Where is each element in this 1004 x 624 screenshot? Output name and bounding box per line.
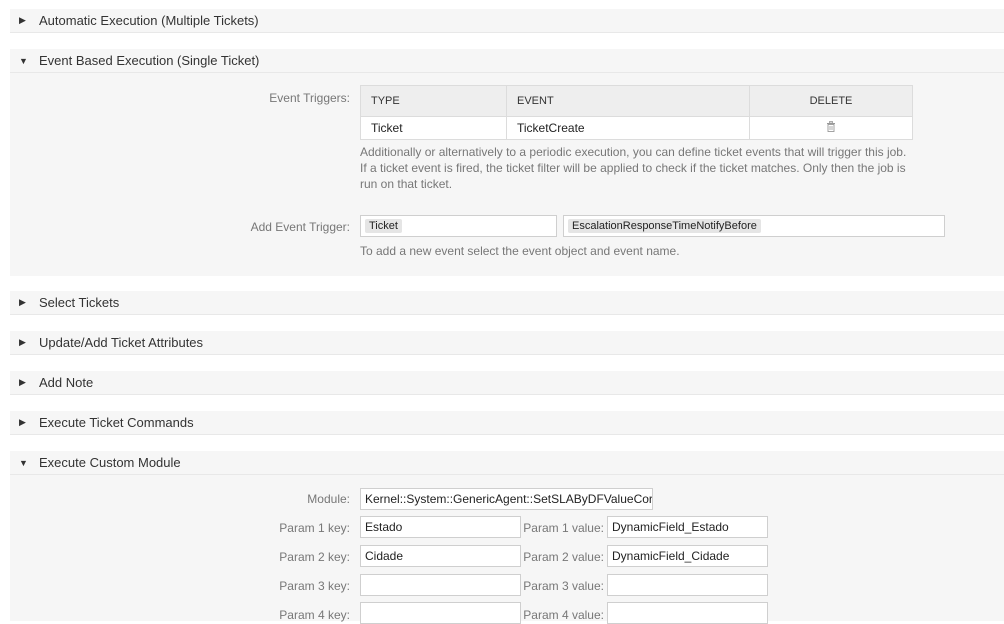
module-input[interactable]: Kernel::System::GenericAgent::SetSLAByDF… — [360, 488, 653, 510]
event-triggers-label: Event Triggers: — [269, 91, 350, 105]
event-triggers-help: Additionally or alternatively to a perio… — [360, 145, 907, 191]
caret-right-icon: ▶ — [19, 337, 26, 347]
add-event-trigger-label: Add Event Trigger: — [250, 220, 350, 234]
col-event: EVENT — [506, 85, 750, 117]
col-delete: DELETE — [749, 85, 913, 117]
param3-value-input[interactable] — [607, 574, 768, 596]
trash-icon[interactable] — [826, 121, 836, 135]
add-event-help: To add a new event select the event obje… — [360, 244, 680, 258]
caret-down-icon: ▼ — [19, 457, 28, 468]
section-event-based-execution[interactable]: ▼ Event Based Execution (Single Ticket) — [10, 49, 1004, 73]
section-title: Select Tickets — [39, 295, 120, 310]
selected-event: EscalationResponseTimeNotifyBefore — [568, 219, 761, 233]
event-based-body: Event Triggers: TYPE EVENT DELETE Ticket… — [10, 73, 1004, 276]
section-title: Event Based Execution (Single Ticket) — [39, 53, 260, 68]
param1-key-label: Param 1 key: — [279, 521, 350, 535]
section-title: Add Note — [39, 375, 94, 390]
param2-key-label: Param 2 key: — [279, 550, 350, 564]
section-automatic-execution[interactable]: ▶ Automatic Execution (Multiple Tickets) — [10, 9, 1004, 33]
module-label: Module: — [307, 492, 350, 506]
param3-value-label: Param 3 value: — [523, 579, 604, 593]
param4-value-label: Param 4 value: — [523, 608, 604, 622]
section-title: Update/Add Ticket Attributes — [39, 335, 204, 350]
event-name-select[interactable]: EscalationResponseTimeNotifyBefore — [563, 215, 945, 237]
param3-key-label: Param 3 key: — [279, 579, 350, 593]
table-row: Ticket TicketCreate — [360, 116, 913, 140]
event-object-select[interactable]: Ticket — [360, 215, 557, 237]
param1-value-label: Param 1 value: — [523, 521, 604, 535]
caret-right-icon: ▶ — [19, 297, 26, 307]
section-title: Automatic Execution (Multiple Tickets) — [39, 13, 259, 28]
param1-value-input[interactable]: DynamicField_Estado — [607, 516, 768, 538]
table-header-row: TYPE EVENT DELETE — [360, 85, 913, 117]
param2-value-input[interactable]: DynamicField_Cidade — [607, 545, 768, 567]
section-select-tickets[interactable]: ▶ Select Tickets — [10, 291, 1004, 315]
caret-right-icon: ▶ — [19, 15, 26, 25]
caret-right-icon: ▶ — [19, 417, 26, 427]
custom-module-body: Module: Kernel::System::GenericAgent::Se… — [10, 475, 1004, 624]
section-execute-custom-module[interactable]: ▼ Execute Custom Module — [10, 451, 1004, 475]
param2-value-label: Param 2 value: — [523, 550, 604, 564]
section-update-ticket-attributes[interactable]: ▶ Update/Add Ticket Attributes — [10, 331, 1004, 355]
col-type: TYPE — [360, 85, 507, 117]
cell-type: Ticket — [360, 116, 507, 140]
cell-event: TicketCreate — [506, 116, 750, 140]
section-title: Execute Ticket Commands — [39, 415, 194, 430]
section-execute-ticket-commands[interactable]: ▶ Execute Ticket Commands — [10, 411, 1004, 435]
param4-key-label: Param 4 key: — [279, 608, 350, 622]
delete-cell — [749, 116, 913, 140]
selected-object: Ticket — [365, 219, 402, 233]
section-add-note[interactable]: ▶ Add Note — [10, 371, 1004, 395]
caret-down-icon: ▼ — [19, 55, 28, 66]
event-triggers-table: TYPE EVENT DELETE Ticket TicketCreate — [360, 85, 913, 140]
caret-right-icon: ▶ — [19, 377, 26, 387]
section-title: Execute Custom Module — [39, 455, 181, 470]
